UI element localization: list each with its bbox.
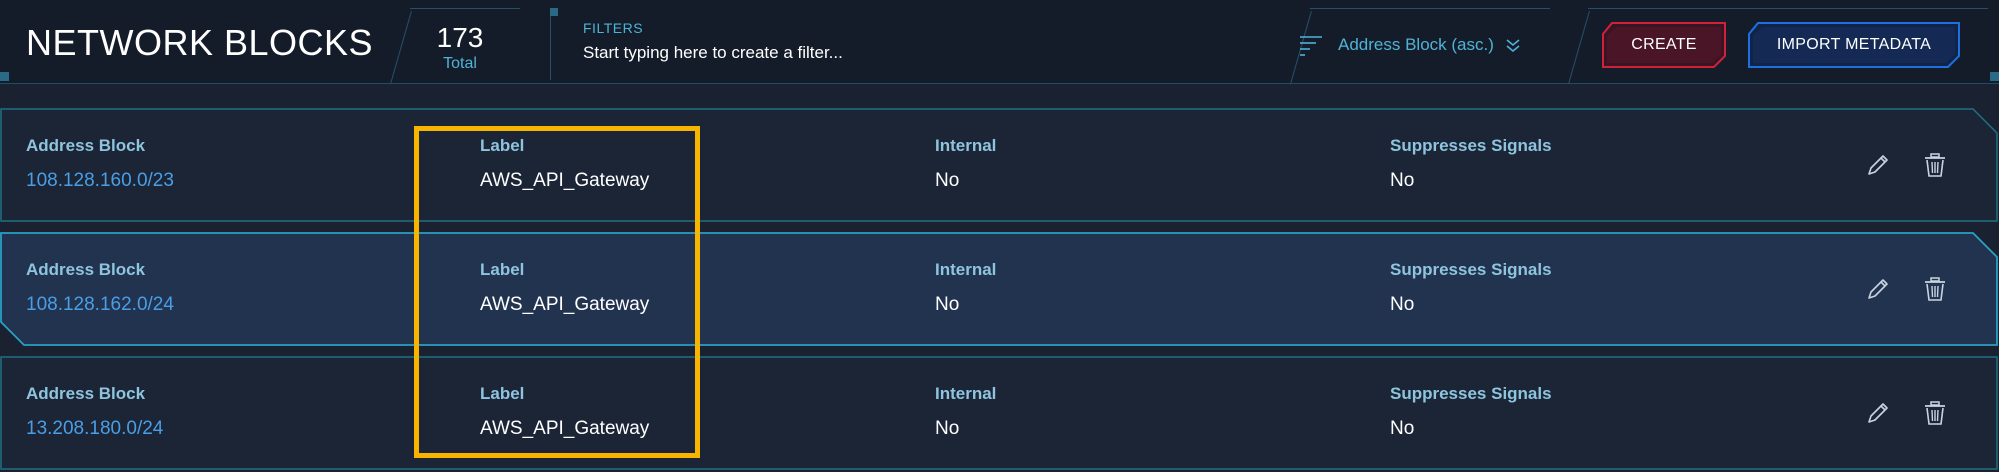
table-row[interactable]: Address Block 13.208.180.0/24 Label AWS_… bbox=[0, 356, 1999, 470]
total-count: 173 bbox=[436, 22, 484, 53]
suppresses-signals-value: No bbox=[1390, 170, 1415, 191]
pencil-icon[interactable] bbox=[1865, 400, 1891, 426]
internal-value: No bbox=[935, 294, 960, 315]
page-header: NETWORK BLOCKS 173 Total FILTERS .filter… bbox=[0, 0, 1999, 85]
import-metadata-button-label: IMPORT METADATA bbox=[1776, 36, 1932, 53]
suppresses-signals-cell: Suppresses Signals No bbox=[1390, 260, 1552, 316]
divider bbox=[550, 16, 551, 80]
row-frame bbox=[0, 232, 1998, 346]
internal-cell: Internal No bbox=[935, 136, 996, 192]
total-counter: 173 Total bbox=[400, 22, 520, 74]
filters-label: FILTERS bbox=[583, 20, 644, 36]
total-label: Total bbox=[443, 55, 477, 72]
internal-value: No bbox=[935, 170, 960, 191]
label-column-highlight bbox=[414, 126, 700, 458]
column-label: Internal bbox=[935, 384, 997, 403]
column-label: Suppresses Signals bbox=[1390, 384, 1552, 403]
suppresses-signals-cell: Suppresses Signals No bbox=[1390, 136, 1552, 192]
column-label: Suppresses Signals bbox=[1390, 136, 1552, 155]
filter-marker bbox=[550, 8, 558, 16]
address-block-cell: Address Block 108.128.162.0/24 bbox=[26, 260, 174, 316]
divider bbox=[1310, 8, 1550, 9]
column-label: Suppresses Signals bbox=[1390, 260, 1552, 279]
pencil-icon[interactable] bbox=[1865, 276, 1891, 302]
import-metadata-button[interactable]: IMPORT METADATA bbox=[1748, 22, 1960, 68]
sort-dropdown[interactable]: Address Block (asc.) bbox=[1298, 30, 1538, 60]
network-blocks-page: NETWORK BLOCKS 173 Total FILTERS .filter… bbox=[0, 0, 1999, 472]
table-row[interactable]: Address Block 108.128.160.0/23 Label AWS… bbox=[0, 108, 1999, 222]
address-block-cell: Address Block 108.128.160.0/23 bbox=[26, 136, 174, 192]
address-block-link[interactable]: 108.128.162.0/24 bbox=[26, 294, 174, 316]
divider bbox=[1588, 8, 1988, 9]
corner-marker bbox=[1990, 72, 1999, 81]
trash-icon[interactable] bbox=[1922, 400, 1948, 426]
page-title: NETWORK BLOCKS bbox=[26, 22, 374, 63]
row-frame bbox=[0, 356, 1998, 470]
filter-input[interactable] bbox=[583, 43, 1183, 63]
divider bbox=[410, 8, 520, 9]
column-label: Address Block bbox=[26, 136, 146, 155]
trash-icon[interactable] bbox=[1922, 276, 1948, 302]
column-label: Internal bbox=[935, 136, 997, 155]
address-block-cell: Address Block 13.208.180.0/24 bbox=[26, 384, 163, 440]
internal-cell: Internal No bbox=[935, 260, 996, 316]
internal-value: No bbox=[935, 418, 960, 439]
column-label: Address Block bbox=[26, 384, 146, 403]
column-label: Internal bbox=[935, 260, 997, 279]
row-frame bbox=[0, 108, 1998, 222]
corner-marker bbox=[0, 72, 9, 81]
suppresses-signals-cell: Suppresses Signals No bbox=[1390, 384, 1552, 440]
suppresses-signals-value: No bbox=[1390, 294, 1415, 315]
create-button-label: CREATE bbox=[1631, 36, 1697, 53]
column-label: Address Block bbox=[26, 260, 146, 279]
trash-icon[interactable] bbox=[1922, 152, 1948, 178]
table-row[interactable]: Address Block 108.128.162.0/24 Label AWS… bbox=[0, 232, 1999, 346]
internal-cell: Internal No bbox=[935, 384, 996, 440]
divider bbox=[1568, 10, 1590, 85]
sort-label: Address Block (asc.) bbox=[1338, 35, 1494, 54]
sort-lines-icon bbox=[1300, 36, 1322, 56]
create-button[interactable]: CREATE bbox=[1602, 22, 1726, 68]
double-chevron-down-icon bbox=[1506, 39, 1520, 53]
suppresses-signals-value: No bbox=[1390, 418, 1415, 439]
pencil-icon[interactable] bbox=[1865, 152, 1891, 178]
address-block-link[interactable]: 108.128.160.0/23 bbox=[26, 170, 174, 192]
address-block-link[interactable]: 13.208.180.0/24 bbox=[26, 418, 163, 440]
header-border bbox=[0, 83, 1999, 84]
